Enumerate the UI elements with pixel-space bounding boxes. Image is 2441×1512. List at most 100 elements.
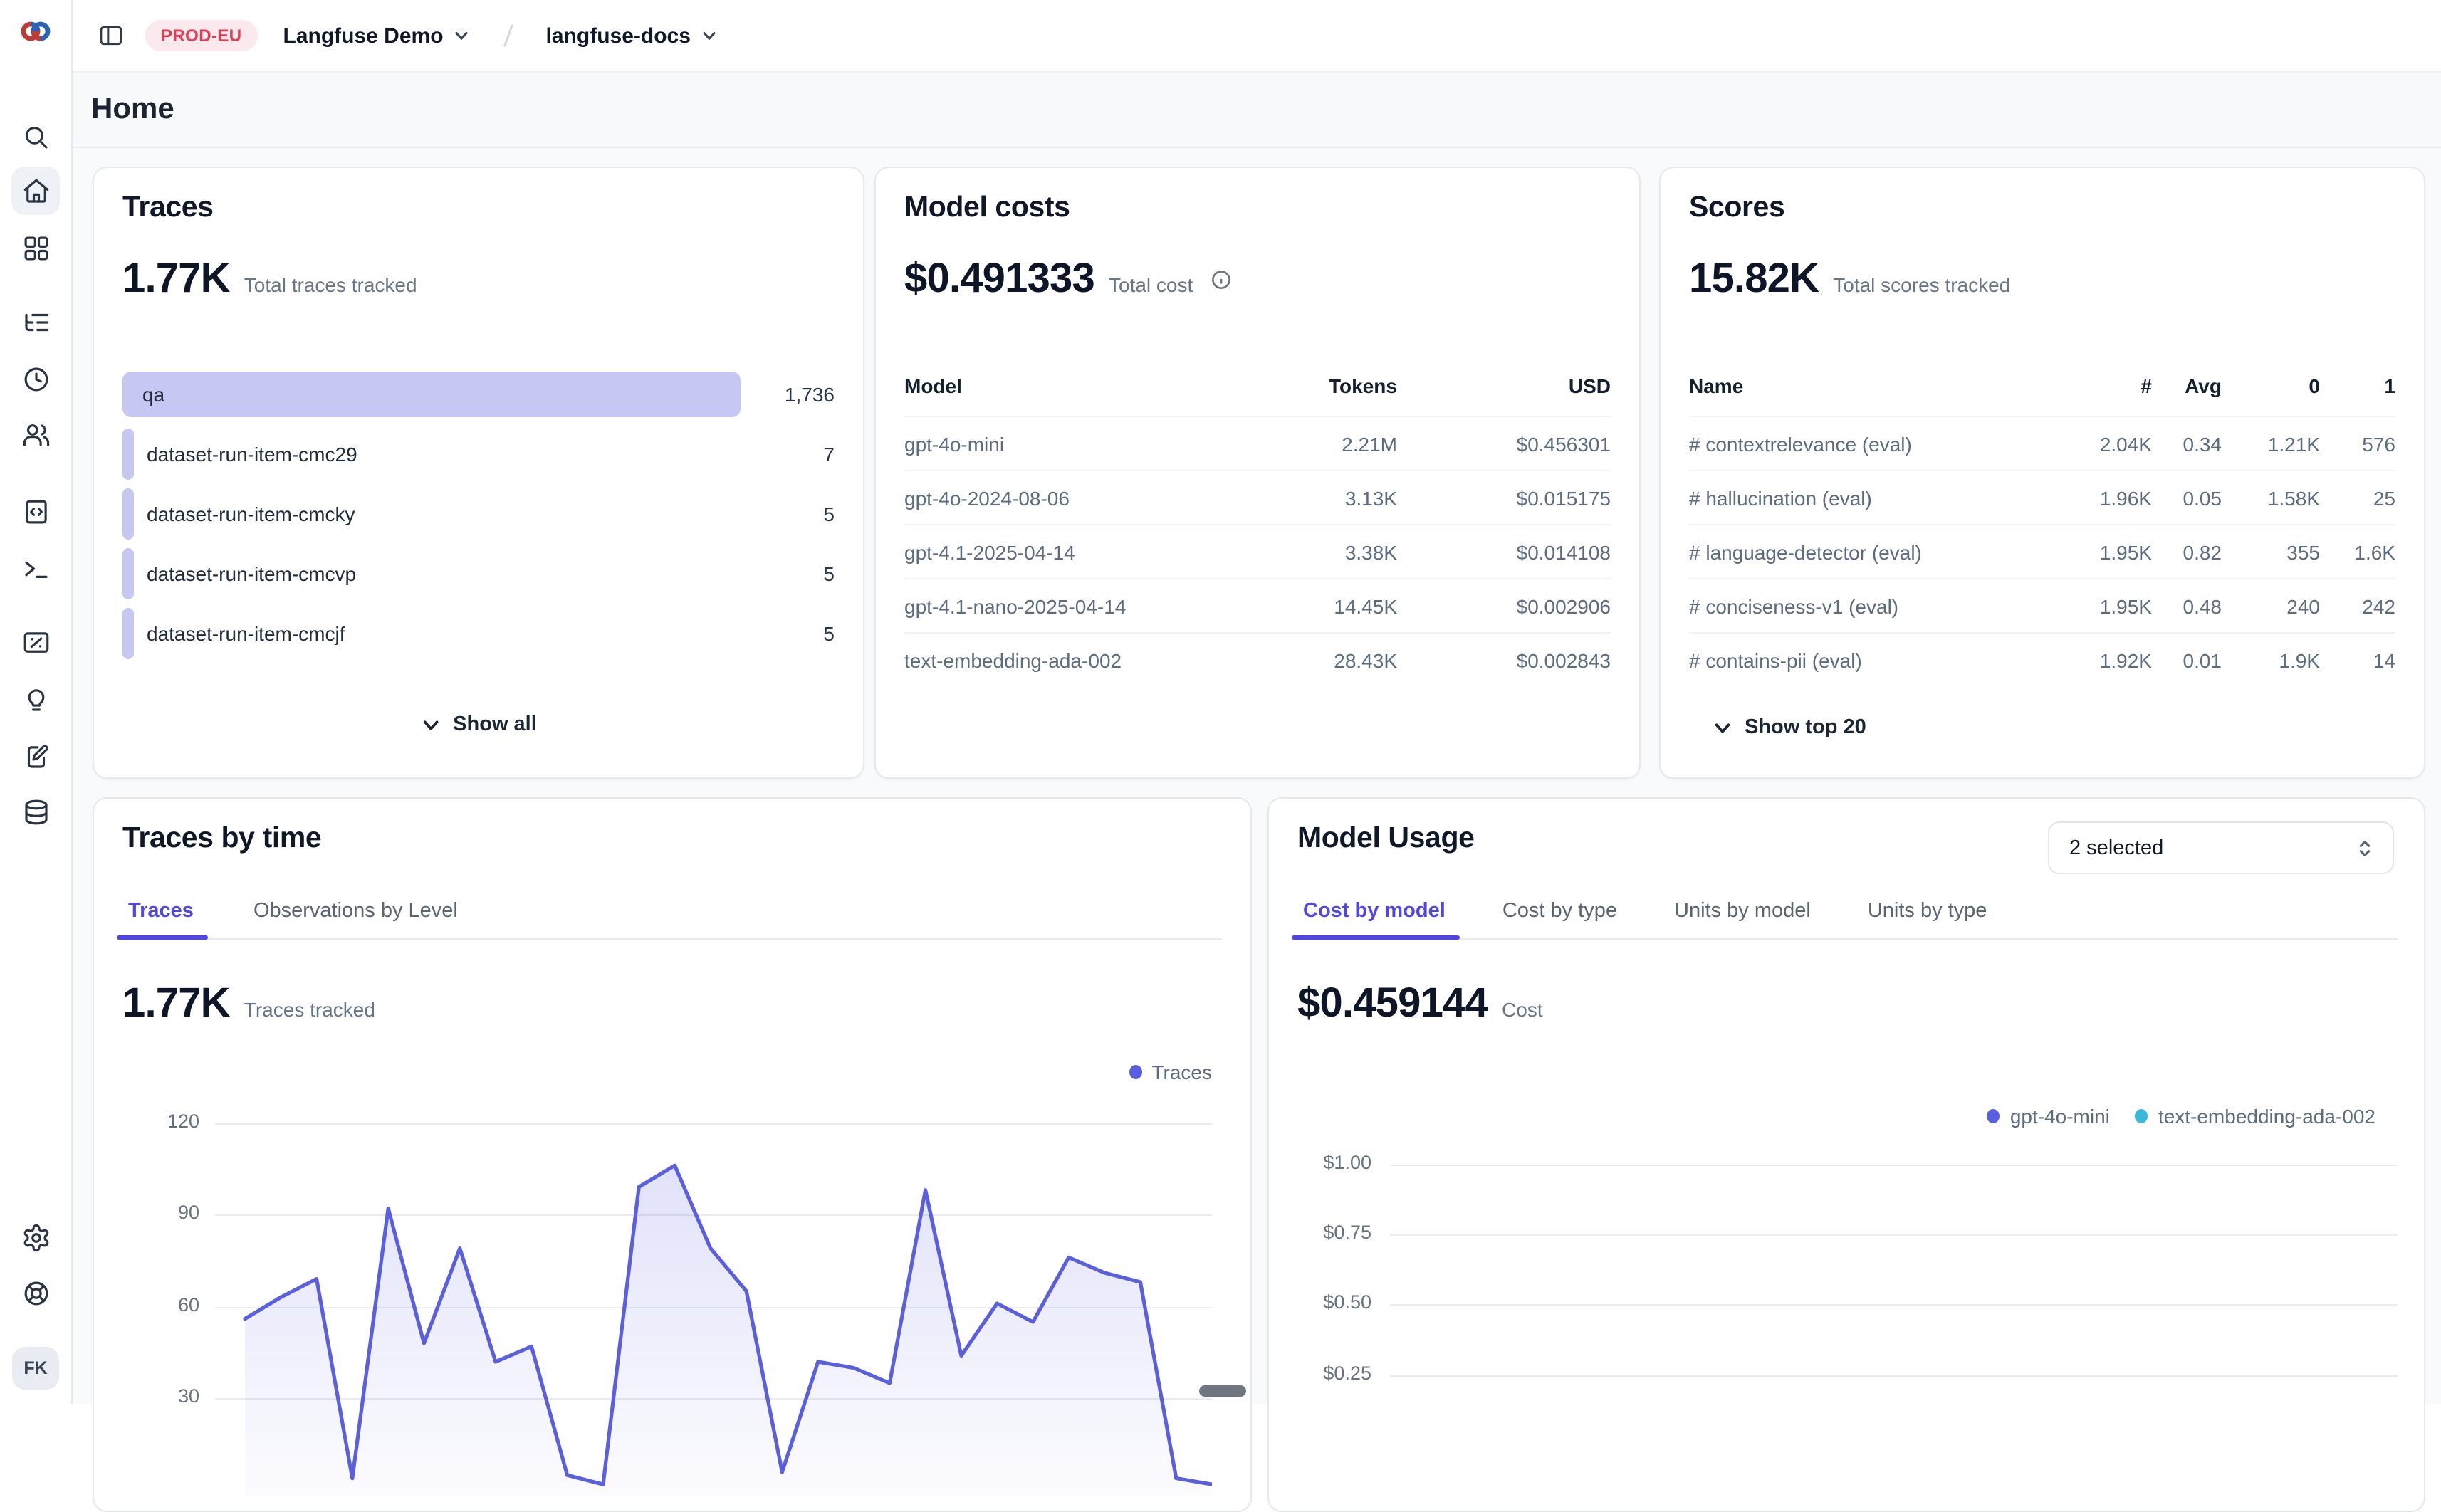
trace-count: 5 bbox=[741, 503, 835, 525]
sidebar-item-dashboards[interactable] bbox=[11, 224, 60, 272]
legend-item: Traces bbox=[1129, 1061, 1212, 1083]
row-value: $0.002906 bbox=[1397, 594, 1611, 617]
trace-bar-row[interactable]: dataset-run-item-cmc297 bbox=[122, 424, 835, 484]
model-costs-card: Model costs $0.491333 Total cost ModelTo… bbox=[874, 167, 1641, 779]
trace-name: qa bbox=[142, 383, 164, 406]
sidebar-item-evaluators[interactable] bbox=[11, 618, 60, 666]
traces-tracked-label: Traces tracked bbox=[244, 998, 375, 1021]
horizontal-scrollbar-thumb[interactable] bbox=[1199, 1385, 1246, 1397]
y-axis-tick-label: $0.50 bbox=[1269, 1292, 1371, 1313]
row-value: 0.48 bbox=[2152, 594, 2222, 617]
scores-metric-label: Total scores tracked bbox=[1833, 273, 2010, 296]
row-value: 0.34 bbox=[2152, 432, 2222, 455]
show-all-button[interactable]: Show all bbox=[412, 712, 545, 737]
sidebar-toggle-button[interactable] bbox=[94, 19, 128, 53]
row-value: $0.015175 bbox=[1397, 486, 1611, 509]
legend-dot-icon bbox=[1129, 1065, 1141, 1079]
row-value: 240 bbox=[2222, 594, 2320, 617]
column-header: Name bbox=[1689, 374, 2066, 397]
row-value: 2.21M bbox=[1183, 432, 1397, 455]
table-row: text-embedding-ada-00228.43K$0.002843 bbox=[904, 632, 1611, 686]
row-name: # contextrelevance (eval) bbox=[1689, 432, 2066, 455]
chevron-down-icon bbox=[420, 714, 441, 735]
langfuse-logo-icon bbox=[17, 14, 54, 48]
tab-observations-by-level[interactable]: Observations by Level bbox=[253, 884, 458, 938]
file-code-icon bbox=[21, 496, 51, 526]
sidebar-item-settings[interactable] bbox=[11, 1213, 60, 1261]
tab-traces[interactable]: Traces bbox=[128, 884, 194, 938]
breadcrumb-separator bbox=[498, 21, 521, 50]
legend-dot-icon bbox=[2136, 1109, 2148, 1123]
legend-dot-icon bbox=[1987, 1109, 2000, 1123]
row-value: 0.82 bbox=[2152, 540, 2222, 563]
row-value: 242 bbox=[2320, 594, 2395, 617]
traces-total-metric: 1.77K bbox=[122, 256, 230, 303]
column-header: Avg bbox=[2152, 374, 2222, 397]
trace-bar-row[interactable]: dataset-run-item-cmcvp5 bbox=[122, 544, 835, 604]
gridline bbox=[1390, 1164, 2398, 1165]
sidebar-item-insights[interactable] bbox=[11, 675, 60, 723]
row-value: $0.456301 bbox=[1397, 432, 1611, 455]
org-selector[interactable]: Langfuse Demo bbox=[275, 22, 481, 49]
row-value: 1.9K bbox=[2222, 649, 2320, 671]
sidebar-item-users[interactable] bbox=[11, 410, 60, 458]
y-axis-tick-label: 30 bbox=[94, 1386, 199, 1407]
trace-bar-row[interactable]: dataset-run-item-cmcjf5 bbox=[122, 604, 835, 663]
row-value: $0.014108 bbox=[1397, 540, 1611, 563]
scores-table: Name#Avg01# contextrelevance (eval)2.04K… bbox=[1689, 367, 2395, 686]
scores-card: Scores 15.82K Total scores tracked Name#… bbox=[1659, 167, 2425, 779]
sidebar-item-home[interactable] bbox=[11, 167, 60, 215]
lifebuoy-icon bbox=[21, 1278, 51, 1308]
user-avatar[interactable]: FK bbox=[12, 1347, 59, 1390]
row-name: # conciseness-v1 (eval) bbox=[1689, 594, 2066, 617]
database-icon bbox=[21, 797, 51, 826]
y-axis-tick-label: $0.25 bbox=[1269, 1362, 1371, 1383]
row-value: 576 bbox=[2320, 432, 2395, 455]
search-icon bbox=[21, 122, 51, 152]
trace-bar-row[interactable]: qa1,736 bbox=[122, 364, 835, 424]
table-row: # contains-pii (eval)1.92K0.011.9K14 bbox=[1689, 632, 2395, 686]
column-header: 1 bbox=[2320, 374, 2395, 397]
sidebar-item-search[interactable] bbox=[11, 112, 60, 161]
row-value: 2.04K bbox=[2066, 432, 2152, 455]
model-selector-dropdown[interactable]: 2 selected bbox=[2048, 821, 2394, 874]
card-title: Model costs bbox=[904, 191, 1070, 225]
sidebar-item-sessions[interactable] bbox=[11, 355, 60, 403]
table-row: # hallucination (eval)1.96K0.051.58K25 bbox=[1689, 470, 2395, 524]
sidebar-item-annotation-queues[interactable] bbox=[11, 732, 60, 780]
list-tree-icon bbox=[21, 307, 51, 337]
y-axis-tick-label: 60 bbox=[94, 1293, 199, 1315]
table-row: # conciseness-v1 (eval)1.95K0.48240242 bbox=[1689, 578, 2395, 632]
row-name: # language-detector (eval) bbox=[1689, 540, 2066, 563]
sidebar-item-playground[interactable] bbox=[11, 544, 60, 592]
trace-bar-row[interactable]: dataset-run-item-cmcky5 bbox=[122, 484, 835, 544]
legend-item: gpt-4o-mini bbox=[1987, 1105, 2110, 1128]
show-top-20-button[interactable]: Show top 20 bbox=[1703, 715, 1875, 740]
row-value: 1.6K bbox=[2320, 540, 2395, 563]
row-value: 25 bbox=[2320, 486, 2395, 509]
row-name: text-embedding-ada-002 bbox=[904, 649, 1183, 671]
column-header: 0 bbox=[2222, 374, 2320, 397]
sidebar-item-datasets[interactable] bbox=[11, 787, 60, 836]
clock-icon bbox=[21, 364, 51, 394]
project-selector[interactable]: langfuse-docs bbox=[538, 22, 728, 49]
scores-total-metric: 15.82K bbox=[1689, 256, 1819, 303]
app-root: FK PROD-EU Langfuse Demo langfuse-docs H… bbox=[0, 0, 2441, 1404]
traces-by-time-card: Traces by time Traces Observations by Lev… bbox=[93, 797, 1252, 1512]
sidebar-item-support[interactable] bbox=[11, 1269, 60, 1317]
legend-item: text-embedding-ada-002 bbox=[2136, 1105, 2375, 1128]
info-icon[interactable] bbox=[1210, 269, 1231, 290]
tab-units-by-model[interactable]: Units by model bbox=[1674, 884, 1811, 938]
org-name: Langfuse Demo bbox=[283, 23, 444, 48]
card-title: Traces by time bbox=[122, 821, 321, 856]
column-header: Tokens bbox=[1183, 374, 1397, 397]
traces-metric-label: Total traces tracked bbox=[244, 273, 417, 296]
traces-card: Traces 1.77K Total traces tracked qa1,73… bbox=[93, 167, 864, 779]
sidebar-item-tracing[interactable] bbox=[11, 298, 60, 346]
tab-cost-by-model[interactable]: Cost by model bbox=[1303, 884, 1446, 938]
project-name: langfuse-docs bbox=[546, 23, 691, 48]
tab-cost-by-type[interactable]: Cost by type bbox=[1502, 884, 1617, 938]
tab-units-by-type[interactable]: Units by type bbox=[1868, 884, 1987, 938]
sidebar-item-prompts[interactable] bbox=[11, 487, 60, 535]
card-title: Model Usage bbox=[1297, 821, 1475, 856]
